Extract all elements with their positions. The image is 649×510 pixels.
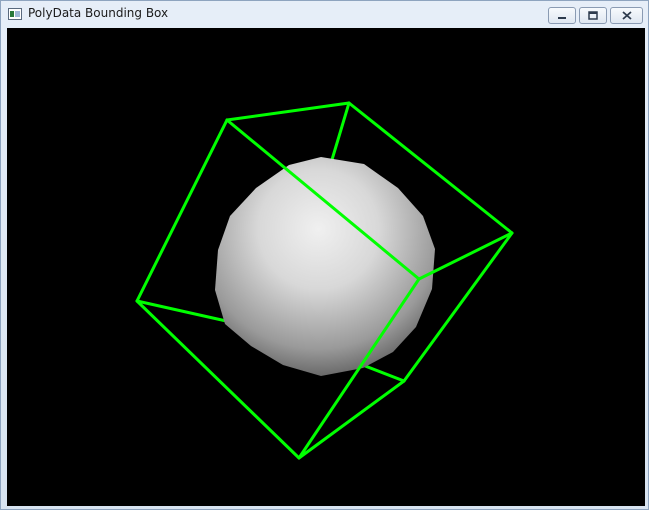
render-viewport[interactable] [7, 28, 645, 506]
minimize-icon [558, 16, 566, 19]
vtk-window-icon [8, 8, 22, 20]
maximize-button[interactable] [579, 7, 607, 24]
app-window: PolyData Bounding Box [0, 0, 649, 510]
title-bar[interactable]: PolyData Bounding Box [1, 1, 648, 27]
render-scene [135, 101, 514, 460]
maximize-icon [588, 11, 598, 20]
window-title: PolyData Bounding Box [28, 6, 169, 20]
minimize-button[interactable] [548, 7, 576, 24]
close-icon [621, 11, 632, 20]
close-button[interactable] [610, 7, 643, 24]
